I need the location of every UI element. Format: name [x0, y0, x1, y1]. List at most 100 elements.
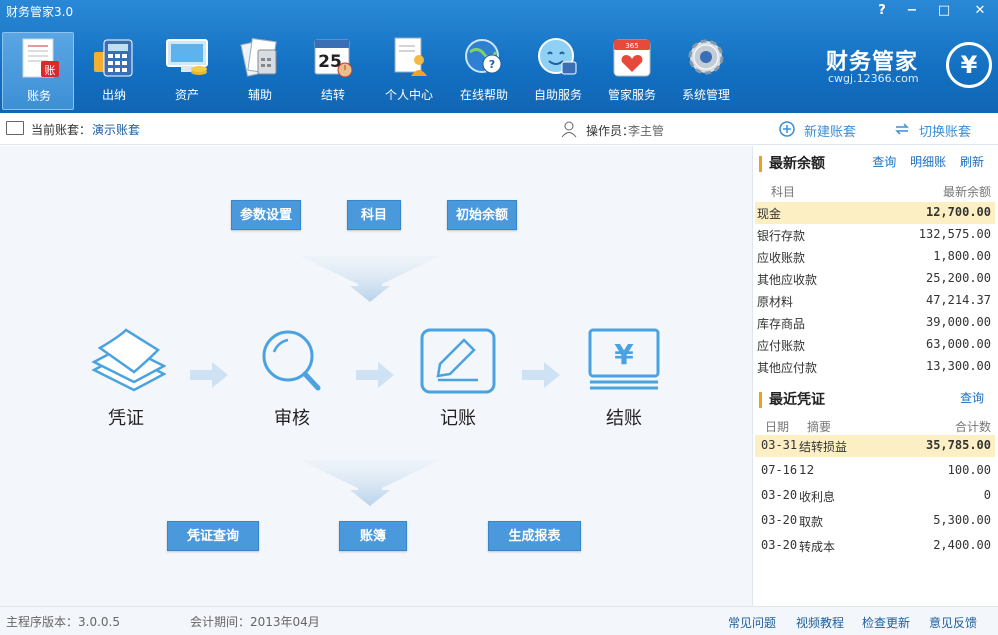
faq-link[interactable]: 常见问题 [728, 614, 776, 631]
voucher-summary: 收利息 [799, 490, 836, 504]
current-account-value[interactable]: 演示账套 [92, 121, 140, 138]
voucher-query-button[interactable]: 凭证查询 [167, 521, 259, 551]
col-total: 合计数 [954, 420, 991, 434]
version-text: 主程序版本：3.0.0.5 [6, 615, 120, 629]
balance-row[interactable]: 应付账款 63,000.00 [755, 334, 995, 356]
step-label: 审核 [274, 408, 310, 429]
vouchers-links: 查询 [950, 389, 984, 406]
magnifier-icon [262, 330, 321, 391]
voucher-total: 2,400.00 [933, 538, 991, 552]
balance-row[interactable]: 应收账款 1,800.00 [755, 246, 995, 268]
vouchers-title: 最近凭证 [759, 392, 825, 408]
minimize-button[interactable]: − [897, 0, 927, 22]
feedback-link[interactable]: 意见反馈 [929, 614, 977, 631]
voucher-stack-icon [91, 328, 166, 392]
switch-account-button[interactable]: 切换账套 [893, 119, 983, 141]
nav-item-system-management[interactable]: 系统管理 [670, 32, 742, 110]
balances-refresh-link[interactable]: 刷新 [960, 155, 984, 169]
step-label: 凭证 [108, 408, 144, 429]
video-tutorial-link[interactable]: 视频教程 [796, 614, 844, 631]
voucher-row[interactable]: 03-20 取款 5,300.00 [755, 510, 995, 532]
voucher-summary: 12 [799, 463, 815, 477]
nav-label: 账务 [26, 89, 51, 103]
balances-header: 科目 最新余额 [753, 181, 998, 201]
voucher-row[interactable]: 03-20 收利息 0 [755, 485, 995, 507]
balance-row[interactable]: 其他应付款 13,300.00 [755, 356, 995, 378]
step-review[interactable]: 审核 [242, 326, 342, 436]
nav-label: 在线帮助 [459, 88, 508, 102]
right-arrow-icon [356, 362, 394, 388]
down-arrow-icon [300, 256, 440, 302]
main-toolbar: 财务管家3.0 ? − □ ✕ 账 账务 出纳 资产 辅助 25 结转 个人中心… [0, 0, 998, 113]
voucher-date: 03-31 [761, 438, 798, 452]
nav-item-cashier[interactable]: 出纳 [78, 32, 150, 110]
balance-value: 63,000.00 [925, 337, 991, 351]
balance-row[interactable]: 库存商品 39,000.00 [755, 312, 995, 334]
generate-report-button[interactable]: 生成报表 [488, 521, 581, 551]
app-title: 财务管家3.0 [6, 5, 74, 19]
cash-stack-icon: ¥ [588, 328, 660, 390]
edit-icon [420, 328, 496, 394]
vouchers-query-link[interactable]: 查询 [960, 391, 984, 405]
step-label: 结账 [606, 408, 642, 429]
voucher-summary: 取款 [799, 515, 824, 529]
initial-balance-button[interactable]: 初始余额 [447, 200, 517, 230]
svg-text:账: 账 [45, 64, 56, 77]
down-arrow-icon [300, 460, 440, 506]
voucher-total: 100.00 [947, 463, 991, 477]
help-button[interactable]: ? [867, 0, 897, 22]
nav-item-self-service[interactable]: 自助服务 [522, 32, 594, 110]
balance-subject: 银行存款 [757, 229, 806, 243]
balance-row[interactable]: 原材料 47,214.37 [755, 290, 995, 312]
balance-row[interactable]: 其他应收款 25,200.00 [755, 268, 995, 290]
balances-query-link[interactable]: 查询 [872, 155, 896, 169]
nav-item-carryover[interactable]: 25 结转 [297, 32, 369, 110]
nav-label: 辅助 [247, 88, 272, 102]
step-closing[interactable]: ¥ 结账 [574, 326, 674, 436]
balance-subject: 原材料 [757, 295, 794, 309]
switch-account-label: 切换账套 [919, 125, 972, 140]
nav-label: 结转 [320, 88, 345, 102]
nav-item-online-help[interactable]: ? 在线帮助 [448, 32, 520, 110]
voucher-summary: 结转损益 [799, 440, 848, 454]
new-account-label: 新建账套 [804, 125, 857, 140]
subjects-button[interactable]: 科目 [347, 200, 401, 230]
balance-value: 132,575.00 [918, 227, 991, 241]
balance-subject: 库存商品 [757, 317, 806, 331]
nav-item-butler-service[interactable]: 365 管家服务 [596, 32, 668, 110]
nav-item-auxiliary[interactable]: 辅助 [224, 32, 296, 110]
nav-item-ledger[interactable]: 账 账务 [2, 32, 74, 110]
step-voucher[interactable]: 凭证 [76, 326, 176, 436]
switch-icon [895, 123, 909, 135]
self-service-icon [538, 38, 577, 75]
balance-subject: 其他应收款 [757, 273, 818, 287]
operator-value: 李主管 [628, 124, 665, 138]
period-text: 会计期间：2013年04月 [190, 615, 320, 629]
nav-label: 个人中心 [384, 88, 433, 102]
nav-label: 管家服务 [607, 88, 656, 102]
maximize-button[interactable]: □ [929, 0, 959, 22]
nav-item-personal-center[interactable]: 个人中心 [373, 32, 445, 110]
ledger-icon: 账 [22, 38, 59, 78]
check-update-link[interactable]: 检查更新 [862, 614, 910, 631]
col-balance: 最新余额 [942, 185, 991, 199]
balance-value: 13,300.00 [925, 359, 991, 373]
right-arrow-icon [190, 362, 228, 388]
voucher-row[interactable]: 03-20 转成本 2,400.00 [755, 535, 995, 557]
books-button[interactable]: 账簿 [339, 521, 407, 551]
voucher-row[interactable]: 07-16 12 100.00 [755, 460, 995, 482]
balances-detail-link[interactable]: 明细账 [910, 155, 946, 169]
param-settings-button[interactable]: 参数设置 [231, 200, 301, 230]
nav-item-assets[interactable]: 资产 [151, 32, 223, 110]
step-posting[interactable]: 记账 [408, 326, 508, 436]
voucher-date: 07-16 [761, 463, 798, 477]
nav-label: 资产 [174, 88, 199, 102]
balance-row[interactable]: 银行存款 132,575.00 [755, 224, 995, 246]
col-subject: 科目 [771, 185, 796, 199]
vouchers-header: 日期 摘要 合计数 [753, 416, 998, 436]
voucher-total: 0 [983, 488, 991, 502]
voucher-row[interactable]: 03-31 结转损益 35,785.00 [755, 435, 995, 457]
close-button[interactable]: ✕ [963, 0, 997, 22]
balance-row[interactable]: 现金 12,700.00 [755, 202, 995, 224]
new-account-button[interactable]: 新建账套 [778, 119, 868, 141]
